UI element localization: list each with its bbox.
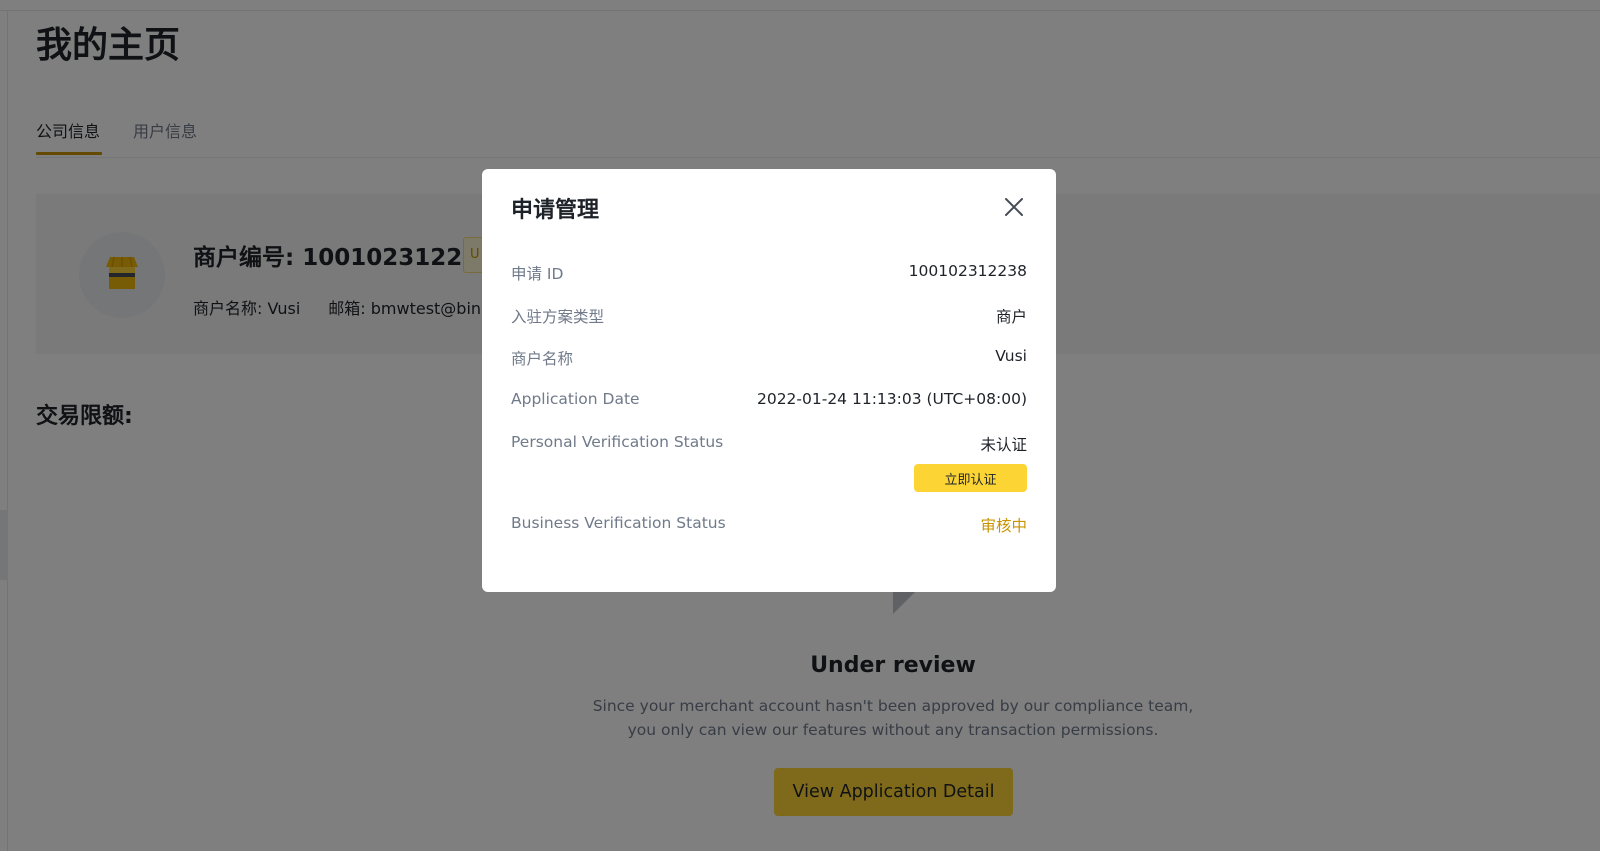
row-value: 审核中 <box>980 517 1027 535</box>
close-icon[interactable] <box>1002 195 1026 219</box>
row-value: 商户 <box>995 308 1027 326</box>
row-label: 入驻方案类型 <box>511 308 605 326</box>
detail-row-personal-verification: Personal Verification Status 未认证 <box>511 433 1027 459</box>
row-value: 未认证 <box>980 436 1027 454</box>
row-label: Application Date <box>511 390 640 408</box>
modal-title: 申请管理 <box>511 198 600 223</box>
detail-row-application-id: 申请 ID 100102312238 <box>511 262 1027 288</box>
detail-row-merchant-name: 商户名称 Vusi <box>511 347 1027 373</box>
detail-row-application-date: Application Date 2022-01-24 11:13:03 (UT… <box>511 390 1027 416</box>
application-management-modal: 申请管理 申请 ID 100102312238 入驻方案类型 商户 商户名称 V… <box>482 169 1056 592</box>
row-label: Personal Verification Status <box>511 433 724 451</box>
row-value: 100102312238 <box>908 262 1027 280</box>
detail-row-business-verification: Business Verification Status 审核中 <box>511 514 1027 540</box>
row-label: 申请 ID <box>511 265 564 283</box>
verify-now-button[interactable]: 立即认证 <box>914 464 1027 492</box>
detail-row-plan-type: 入驻方案类型 商户 <box>511 305 1027 331</box>
row-label: 商户名称 <box>511 350 574 368</box>
row-label: Business Verification Status <box>511 514 726 532</box>
row-value: Vusi <box>995 347 1027 365</box>
row-value: 2022-01-24 11:13:03 (UTC+08:00) <box>756 390 1027 408</box>
